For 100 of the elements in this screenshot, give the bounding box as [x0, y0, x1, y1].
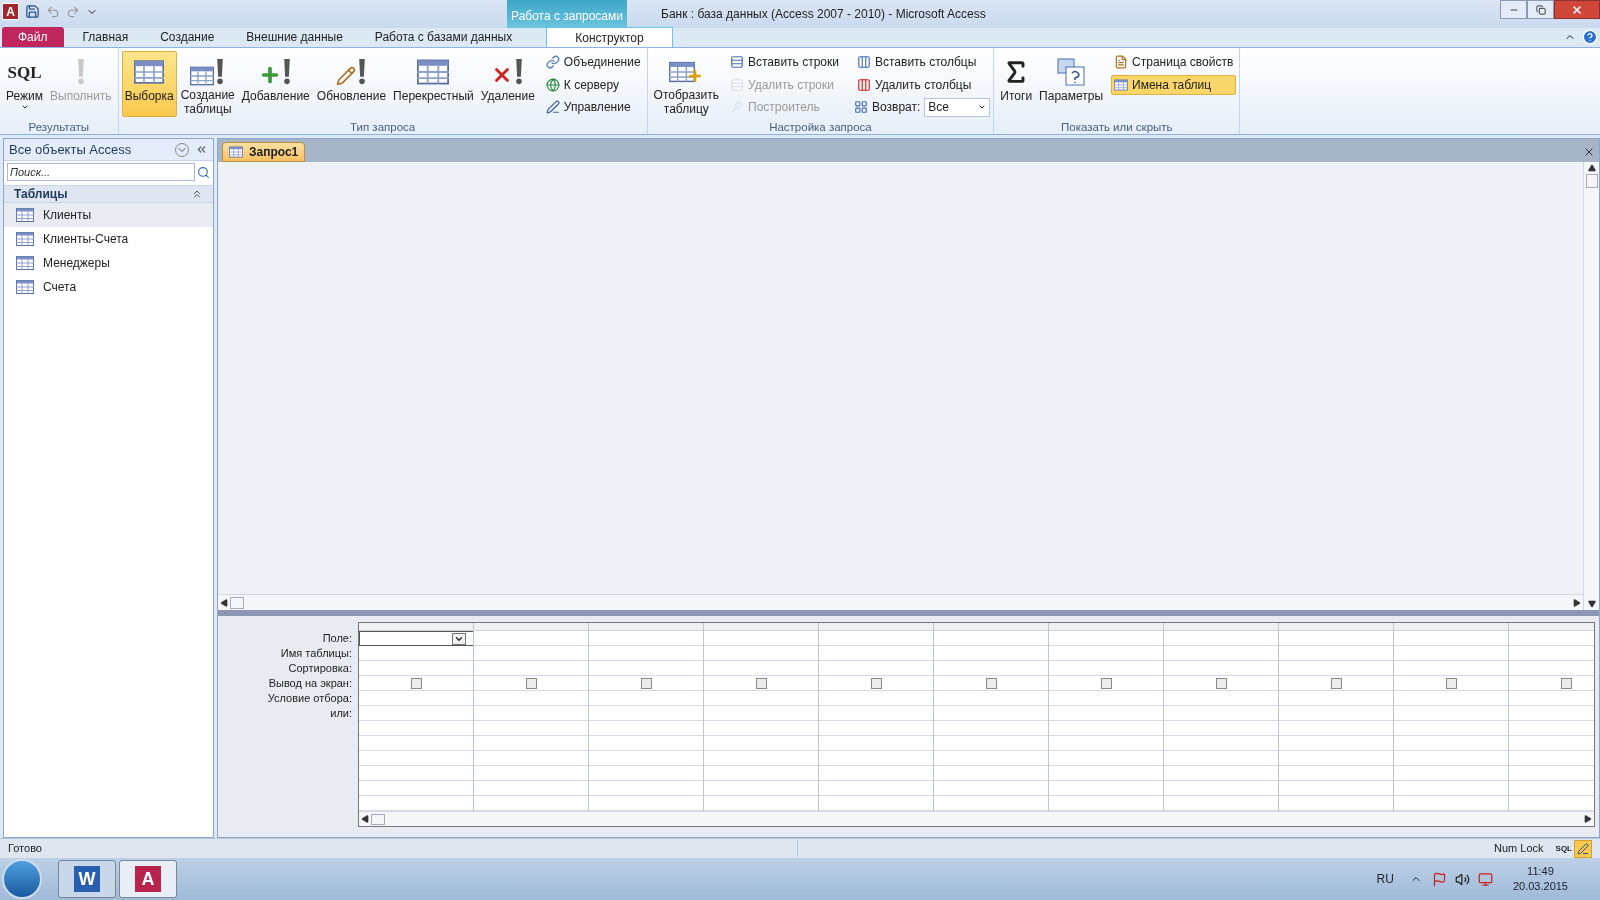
table-icon	[16, 232, 34, 246]
scroll-up-icon[interactable]	[1587, 163, 1596, 172]
table-icon	[190, 65, 215, 86]
ribbon-small-button[interactable]: Вставить строки	[727, 52, 842, 72]
table-list-item[interactable]: Менеджеры	[4, 251, 213, 275]
columns-icon	[857, 77, 871, 92]
show-checkbox[interactable]	[1445, 677, 1457, 689]
taskbar-app-button[interactable]: A	[119, 860, 177, 898]
table-list-item[interactable]: Счета	[4, 275, 213, 299]
clock[interactable]: 11:49 20.03.2015	[1512, 864, 1568, 894]
group-label: Результаты	[27, 120, 91, 134]
ribbon-small-button[interactable]: Объединение	[542, 52, 644, 72]
scroll-down-icon[interactable]	[1587, 600, 1596, 609]
ribbon-button[interactable]: SQL Режим	[3, 51, 46, 117]
scroll-thumb[interactable]	[371, 813, 385, 825]
group-label: Показать или скрыть	[1060, 120, 1174, 134]
table-icon	[1114, 78, 1129, 91]
grid-row-label: Поле:	[322, 631, 352, 646]
show-checkbox[interactable]	[1560, 677, 1572, 689]
table-list-item[interactable]: Клиенты	[4, 203, 213, 227]
show-checkbox[interactable]	[755, 677, 767, 689]
start-button[interactable]	[2, 859, 42, 899]
restore-icon	[1535, 4, 1546, 15]
group-header[interactable]: Таблицы	[4, 185, 213, 203]
exclamation-icon	[356, 58, 367, 86]
show-checkbox[interactable]	[1215, 677, 1227, 689]
save-icon[interactable]	[25, 4, 40, 19]
undo-icon[interactable]	[46, 4, 60, 19]
exclamation-icon	[514, 58, 525, 86]
table-list-item[interactable]: Клиенты-Счета	[4, 227, 213, 251]
table-icon	[16, 256, 34, 270]
context-tab-header: Работа с запросами	[507, 0, 627, 28]
scroll-right-icon[interactable]	[1584, 815, 1592, 823]
network-icon[interactable]	[1477, 871, 1493, 887]
flag-icon[interactable]	[1431, 871, 1447, 887]
restore-button[interactable]	[1527, 0, 1554, 19]
redo-icon[interactable]	[66, 4, 80, 19]
ribbon-button[interactable]: Создание таблицы	[177, 51, 238, 117]
design-view-button[interactable]	[1574, 839, 1592, 858]
caret-icon	[20, 103, 29, 111]
ribbon-tab[interactable]: Главная	[66, 27, 145, 47]
table-icon	[669, 59, 696, 84]
ribbon-small-button[interactable]: Удалить столбцы	[854, 74, 991, 95]
collapse-pane-icon[interactable]	[195, 143, 208, 156]
table-icon	[16, 280, 34, 294]
ribbon-small-button[interactable]: Вставить столбцы	[854, 52, 991, 72]
ribbon-small-button[interactable]: К серверу	[542, 74, 644, 95]
exclamation-icon	[215, 57, 226, 86]
scroll-thumb[interactable]	[1585, 173, 1598, 188]
dropdown-icon[interactable]	[452, 633, 466, 645]
taskbar-app-button[interactable]: W	[58, 860, 116, 898]
ribbon-button[interactable]: Добавление	[238, 51, 313, 117]
ribbon-small-button[interactable]: Страница свойств	[1111, 52, 1237, 72]
volume-icon[interactable]	[1454, 871, 1470, 887]
scroll-right-icon[interactable]	[1573, 598, 1581, 607]
help-icon[interactable]	[1582, 29, 1598, 45]
columns-icon	[857, 55, 871, 69]
show-checkbox[interactable]	[985, 677, 997, 689]
sql-view-button[interactable]: SQL	[1553, 839, 1574, 858]
scroll-left-icon[interactable]	[220, 598, 228, 607]
show-checkbox[interactable]	[640, 677, 652, 689]
num-lock-indicator: Num Lock	[1494, 841, 1544, 857]
ribbon-button[interactable]: Удаление	[477, 51, 538, 117]
ribbon-small-button[interactable]: Имена таблиц	[1111, 74, 1237, 95]
ribbon-tab[interactable]: Конструктор	[546, 27, 673, 47]
document-tab[interactable]: Запрос1	[222, 141, 306, 162]
grid-row-label: Вывод на экран:	[268, 676, 352, 691]
wand-icon	[730, 100, 744, 115]
vertical-scrollbar[interactable]	[1583, 161, 1599, 611]
ribbon-small-button[interactable]: Управление	[542, 97, 644, 118]
show-checkbox[interactable]	[1330, 677, 1342, 689]
scroll-left-icon[interactable]	[361, 815, 369, 823]
ribbon-button[interactable]: Выборка	[121, 51, 177, 117]
show-checkbox[interactable]	[870, 677, 882, 689]
ribbon-tab[interactable]: Внешние данные	[230, 27, 359, 47]
pen-icon	[545, 100, 560, 115]
grid-scrollbar[interactable]	[359, 811, 1594, 826]
horizontal-scrollbar[interactable]	[218, 594, 1583, 611]
close-button[interactable]	[1554, 0, 1600, 19]
show-checkbox[interactable]	[410, 677, 422, 689]
language-indicator[interactable]: RU	[1376, 870, 1394, 888]
ribbon-tab[interactable]: Файл	[2, 27, 64, 47]
ribbon-tab[interactable]: Создание	[144, 27, 231, 47]
show-checkbox[interactable]	[1100, 677, 1112, 689]
ribbon-button[interactable]: Обновление	[313, 51, 390, 117]
ribbon-button[interactable]: Итоги	[997, 51, 1036, 117]
scroll-thumb[interactable]	[230, 596, 244, 609]
grid-row-label: Имя таблицы:	[280, 646, 352, 661]
ribbon-tab[interactable]: Работа с базами данных	[358, 27, 529, 47]
minimize-button[interactable]	[1500, 0, 1527, 19]
window-title: Банк : база данных (Access 2007 - 2010) - Microsoft Access	[661, 6, 986, 23]
search-icon[interactable]	[197, 165, 210, 179]
field-cell[interactable]	[359, 631, 473, 646]
grid-icon	[854, 100, 868, 115]
search-field[interactable]: Поиск...	[7, 163, 195, 181]
ribbon-button[interactable]: Параметры	[1036, 51, 1107, 117]
ribbon-button[interactable]: Перекрестный	[390, 51, 477, 117]
ribbon-button[interactable]: Отобразить таблицу	[650, 51, 722, 117]
show-checkbox[interactable]	[525, 677, 537, 689]
return-combo[interactable]: Все	[924, 97, 991, 117]
